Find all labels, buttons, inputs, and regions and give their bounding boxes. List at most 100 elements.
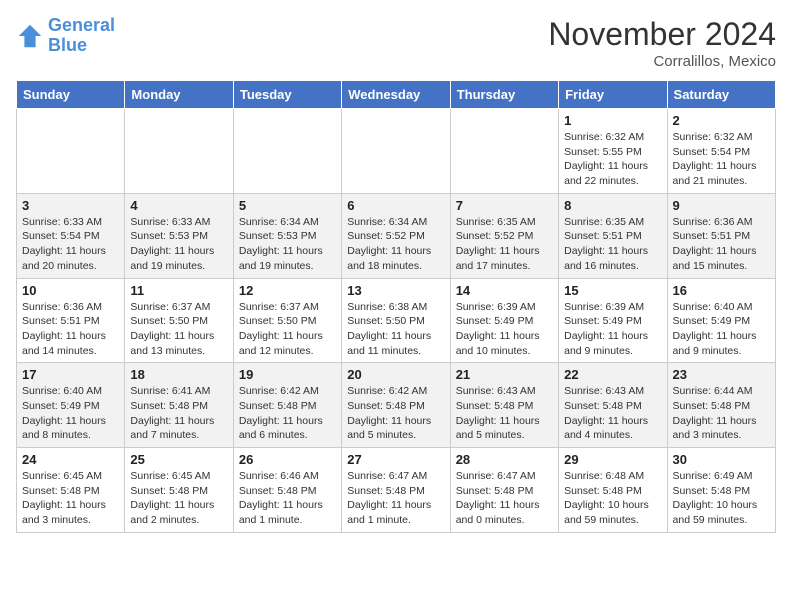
day-cell: 23Sunrise: 6:44 AM Sunset: 5:48 PM Dayli… xyxy=(667,363,775,448)
day-info: Sunrise: 6:34 AM Sunset: 5:53 PM Dayligh… xyxy=(239,215,336,274)
day-number: 14 xyxy=(456,283,553,298)
day-cell: 11Sunrise: 6:37 AM Sunset: 5:50 PM Dayli… xyxy=(125,278,233,363)
day-cell xyxy=(125,109,233,194)
day-cell: 2 Sunrise: 6:32 AM Sunset: 5:54 PM Daylig… xyxy=(667,109,775,194)
day-number: 10 xyxy=(22,283,119,298)
day-cell: 18Sunrise: 6:41 AM Sunset: 5:48 PM Dayli… xyxy=(125,363,233,448)
day-number: 3 xyxy=(22,198,119,213)
weekday-header-thursday: Thursday xyxy=(450,81,558,109)
day-number: 12 xyxy=(239,283,336,298)
day-number: 28 xyxy=(456,452,553,467)
day-cell: 13Sunrise: 6:38 AM Sunset: 5:50 PM Dayli… xyxy=(342,278,450,363)
day-number: 13 xyxy=(347,283,444,298)
day-info: Sunrise: 6:37 AM Sunset: 5:50 PM Dayligh… xyxy=(239,300,336,359)
day-number: 20 xyxy=(347,367,444,382)
day-cell xyxy=(233,109,341,194)
day-cell: 4Sunrise: 6:33 AM Sunset: 5:53 PM Daylig… xyxy=(125,193,233,278)
day-number: 15 xyxy=(564,283,661,298)
day-cell: 9 Sunrise: 6:36 AM Sunset: 5:51 PM Daylig… xyxy=(667,193,775,278)
day-info: Sunrise: 6:45 AM Sunset: 5:48 PM Dayligh… xyxy=(22,469,119,528)
day-number: 8 xyxy=(564,198,661,213)
day-info: Sunrise: 6:43 AM Sunset: 5:48 PM Dayligh… xyxy=(564,384,661,443)
day-number: 9 xyxy=(673,198,770,213)
day-number: 24 xyxy=(22,452,119,467)
logo-icon xyxy=(16,22,44,50)
day-number: 22 xyxy=(564,367,661,382)
day-number: 19 xyxy=(239,367,336,382)
calendar-table: SundayMondayTuesdayWednesdayThursdayFrid… xyxy=(16,80,776,533)
day-number: 1 xyxy=(564,113,661,128)
logo: General Blue xyxy=(16,16,115,56)
day-number: 2 xyxy=(673,113,770,128)
day-cell: 17 Sunrise: 6:40 AM Sunset: 5:49 PM Dayli… xyxy=(17,363,125,448)
day-number: 26 xyxy=(239,452,336,467)
day-cell: 12 Sunrise: 6:37 AM Sunset: 5:50 PM Dayli… xyxy=(233,278,341,363)
day-info: Sunrise: 6:47 AM Sunset: 5:48 PM Dayligh… xyxy=(347,469,444,528)
day-info: Sunrise: 6:43 AM Sunset: 5:48 PM Dayligh… xyxy=(456,384,553,443)
day-cell xyxy=(342,109,450,194)
day-info: Sunrise: 6:34 AM Sunset: 5:52 PM Dayligh… xyxy=(347,215,444,274)
day-cell: 8Sunrise: 6:35 AM Sunset: 5:51 PM Daylig… xyxy=(559,193,667,278)
day-number: 6 xyxy=(347,198,444,213)
day-number: 7 xyxy=(456,198,553,213)
logo-line2: Blue xyxy=(48,35,87,55)
day-cell xyxy=(450,109,558,194)
weekday-header-row: SundayMondayTuesdayWednesdayThursdayFrid… xyxy=(17,81,776,109)
day-info: Sunrise: 6:40 AM Sunset: 5:49 PM Dayligh… xyxy=(673,300,770,359)
day-info: Sunrise: 6:42 AM Sunset: 5:48 PM Dayligh… xyxy=(347,384,444,443)
day-cell: 29Sunrise: 6:48 AM Sunset: 5:48 PM Dayli… xyxy=(559,448,667,533)
day-number: 16 xyxy=(673,283,770,298)
day-cell: 26Sunrise: 6:46 AM Sunset: 5:48 PM Dayli… xyxy=(233,448,341,533)
week-row-3: 10 Sunrise: 6:36 AM Sunset: 5:51 PM Dayli… xyxy=(17,278,776,363)
day-info: Sunrise: 6:45 AM Sunset: 5:48 PM Dayligh… xyxy=(130,469,227,528)
day-info: Sunrise: 6:36 AM Sunset: 5:51 PM Dayligh… xyxy=(673,215,770,274)
day-info: Sunrise: 6:42 AM Sunset: 5:48 PM Dayligh… xyxy=(239,384,336,443)
day-info: Sunrise: 6:49 AM Sunset: 5:48 PM Dayligh… xyxy=(673,469,770,528)
day-cell: 19 Sunrise: 6:42 AM Sunset: 5:48 PM Dayli… xyxy=(233,363,341,448)
day-info: Sunrise: 6:33 AM Sunset: 5:53 PM Dayligh… xyxy=(130,215,227,274)
weekday-header-friday: Friday xyxy=(559,81,667,109)
day-info: Sunrise: 6:48 AM Sunset: 5:48 PM Dayligh… xyxy=(564,469,661,528)
weekday-header-monday: Monday xyxy=(125,81,233,109)
week-row-2: 3 Sunrise: 6:33 AM Sunset: 5:54 PM Daylig… xyxy=(17,193,776,278)
day-number: 25 xyxy=(130,452,227,467)
day-cell xyxy=(17,109,125,194)
weekday-header-saturday: Saturday xyxy=(667,81,775,109)
day-number: 17 xyxy=(22,367,119,382)
day-info: Sunrise: 6:47 AM Sunset: 5:48 PM Dayligh… xyxy=(456,469,553,528)
page-header: General Blue November 2024 Corralillos, … xyxy=(16,16,776,70)
day-cell: 7 Sunrise: 6:35 AM Sunset: 5:52 PM Daylig… xyxy=(450,193,558,278)
day-cell: 16 Sunrise: 6:40 AM Sunset: 5:49 PM Dayli… xyxy=(667,278,775,363)
day-info: Sunrise: 6:39 AM Sunset: 5:49 PM Dayligh… xyxy=(456,300,553,359)
day-cell: 24 Sunrise: 6:45 AM Sunset: 5:48 PM Dayli… xyxy=(17,448,125,533)
day-info: Sunrise: 6:32 AM Sunset: 5:54 PM Dayligh… xyxy=(673,130,770,189)
weekday-header-tuesday: Tuesday xyxy=(233,81,341,109)
day-number: 21 xyxy=(456,367,553,382)
day-info: Sunrise: 6:33 AM Sunset: 5:54 PM Dayligh… xyxy=(22,215,119,274)
day-cell: 3 Sunrise: 6:33 AM Sunset: 5:54 PM Daylig… xyxy=(17,193,125,278)
day-number: 23 xyxy=(673,367,770,382)
day-number: 30 xyxy=(673,452,770,467)
day-info: Sunrise: 6:41 AM Sunset: 5:48 PM Dayligh… xyxy=(130,384,227,443)
day-info: Sunrise: 6:35 AM Sunset: 5:52 PM Dayligh… xyxy=(456,215,553,274)
day-info: Sunrise: 6:37 AM Sunset: 5:50 PM Dayligh… xyxy=(130,300,227,359)
day-cell: 1 Sunrise: 6:32 AM Sunset: 5:55 PM Daylig… xyxy=(559,109,667,194)
week-row-1: 1 Sunrise: 6:32 AM Sunset: 5:55 PM Daylig… xyxy=(17,109,776,194)
day-cell: 27 Sunrise: 6:47 AM Sunset: 5:48 PM Dayli… xyxy=(342,448,450,533)
week-row-5: 24 Sunrise: 6:45 AM Sunset: 5:48 PM Dayli… xyxy=(17,448,776,533)
month-title: November 2024 xyxy=(548,16,776,53)
weekday-header-wednesday: Wednesday xyxy=(342,81,450,109)
day-info: Sunrise: 6:36 AM Sunset: 5:51 PM Dayligh… xyxy=(22,300,119,359)
day-cell: 10 Sunrise: 6:36 AM Sunset: 5:51 PM Dayli… xyxy=(17,278,125,363)
day-info: Sunrise: 6:40 AM Sunset: 5:49 PM Dayligh… xyxy=(22,384,119,443)
day-cell: 22 Sunrise: 6:43 AM Sunset: 5:48 PM Dayli… xyxy=(559,363,667,448)
day-cell: 25 Sunrise: 6:45 AM Sunset: 5:48 PM Dayli… xyxy=(125,448,233,533)
logo-line1: General xyxy=(48,15,115,35)
day-cell: 14 Sunrise: 6:39 AM Sunset: 5:49 PM Dayli… xyxy=(450,278,558,363)
title-block: November 2024 Corralillos, Mexico xyxy=(548,16,776,70)
day-number: 27 xyxy=(347,452,444,467)
day-info: Sunrise: 6:32 AM Sunset: 5:55 PM Dayligh… xyxy=(564,130,661,189)
weekday-header-sunday: Sunday xyxy=(17,81,125,109)
day-cell: 20 Sunrise: 6:42 AM Sunset: 5:48 PM Dayli… xyxy=(342,363,450,448)
day-info: Sunrise: 6:39 AM Sunset: 5:49 PM Dayligh… xyxy=(564,300,661,359)
